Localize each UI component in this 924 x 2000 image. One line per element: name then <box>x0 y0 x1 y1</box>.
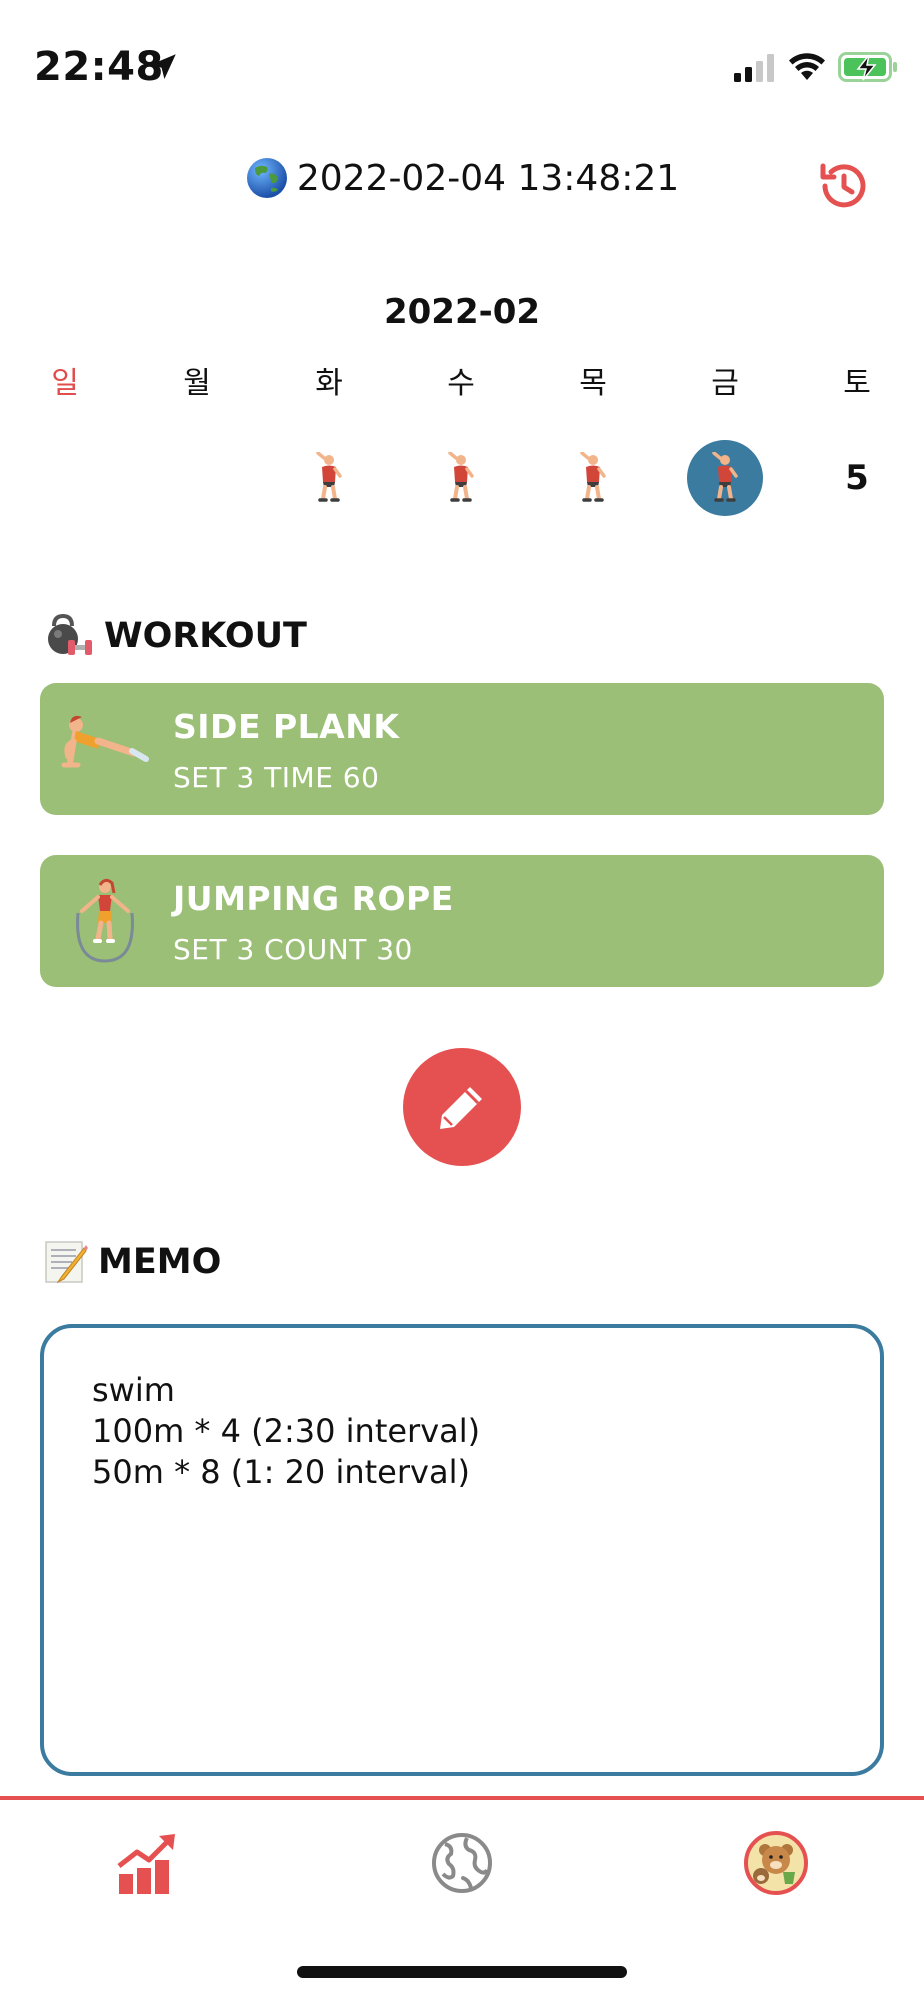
datetime-text: 2022-02-04 13:48:21 <box>296 158 680 199</box>
memo-title-text: MEMO <box>98 1242 222 1282</box>
weekday-tue: 화 <box>315 366 343 401</box>
weekday-thu: 목 <box>579 366 607 401</box>
memo-line: swim <box>92 1371 175 1409</box>
workout-title-text: WORKOUT <box>104 616 307 656</box>
weekday-header: 일 월 화 수 목 금 토 <box>0 358 924 402</box>
workout-person-icon <box>448 452 474 502</box>
globe-asia-emoji-icon <box>246 158 287 198</box>
memo-line: 50m * 8 (1: 20 interval) <box>92 1453 470 1491</box>
side-plank-icon <box>61 715 149 768</box>
wifi-icon <box>789 53 825 80</box>
workout-card-side-plank[interactable]: SIDE PLANK SET 3 TIME 60 <box>40 683 884 815</box>
history-icon[interactable] <box>815 157 873 215</box>
workout-detail: SET 3 TIME 60 <box>173 761 380 794</box>
globe-icon[interactable] <box>429 1830 495 1896</box>
weekday-wed: 수 <box>447 366 475 401</box>
calendar-month: 2022-02 <box>383 292 541 332</box>
status-time: 22:48 <box>34 44 164 90</box>
weekday-fri: 금 <box>711 366 739 401</box>
weekday-sat: 토 <box>843 366 871 401</box>
calendar-day-sat[interactable]: 5 <box>819 440 895 516</box>
battery-charging-icon <box>838 52 897 82</box>
weekday-mon: 월 <box>183 366 211 401</box>
calendar-day-wed[interactable] <box>423 440 499 516</box>
workout-person-icon <box>712 452 738 502</box>
current-datetime: 2022-02-04 13:48:21 <box>0 156 924 200</box>
workout-person-icon <box>580 452 606 502</box>
jumping-rope-icon <box>76 878 134 963</box>
calendar-day-tue[interactable] <box>291 440 367 516</box>
workout-card-jumping-rope[interactable]: JUMPING ROPE SET 3 COUNT 30 <box>40 855 884 987</box>
calendar-day-thu[interactable] <box>555 440 631 516</box>
kettlebell-dumbbell-icon <box>48 613 92 655</box>
memo-textarea[interactable]: swim 100m * 4 (2:30 interval) 50m * 8 (1… <box>40 1324 884 1776</box>
bear-avatar-icon[interactable] <box>743 1830 809 1896</box>
day-number: 5 <box>845 458 869 498</box>
chart-growth-icon[interactable] <box>115 1830 181 1896</box>
location-arrow-icon <box>150 54 176 80</box>
calendar-week-row: 5 <box>0 440 924 516</box>
workout-section-title: WORKOUT <box>44 612 307 660</box>
weekday-sun: 일 <box>51 366 79 401</box>
status-bar: 22:48 <box>0 0 924 130</box>
edit-workout-button[interactable] <box>403 1048 521 1166</box>
memo-emoji-icon <box>45 1241 88 1284</box>
workout-detail: SET 3 COUNT 30 <box>173 933 413 966</box>
workout-name: SIDE PLANK <box>173 707 400 746</box>
workout-person-icon <box>316 452 342 502</box>
memo-line: 100m * 4 (2:30 interval) <box>92 1412 481 1450</box>
signal-icon <box>734 54 774 82</box>
workout-name: JUMPING ROPE <box>173 879 454 918</box>
memo-section-title: MEMO <box>44 1238 221 1286</box>
pencil-icon <box>440 1087 482 1129</box>
calendar-day-fri-selected[interactable] <box>687 440 763 516</box>
home-indicator <box>297 1966 627 1978</box>
